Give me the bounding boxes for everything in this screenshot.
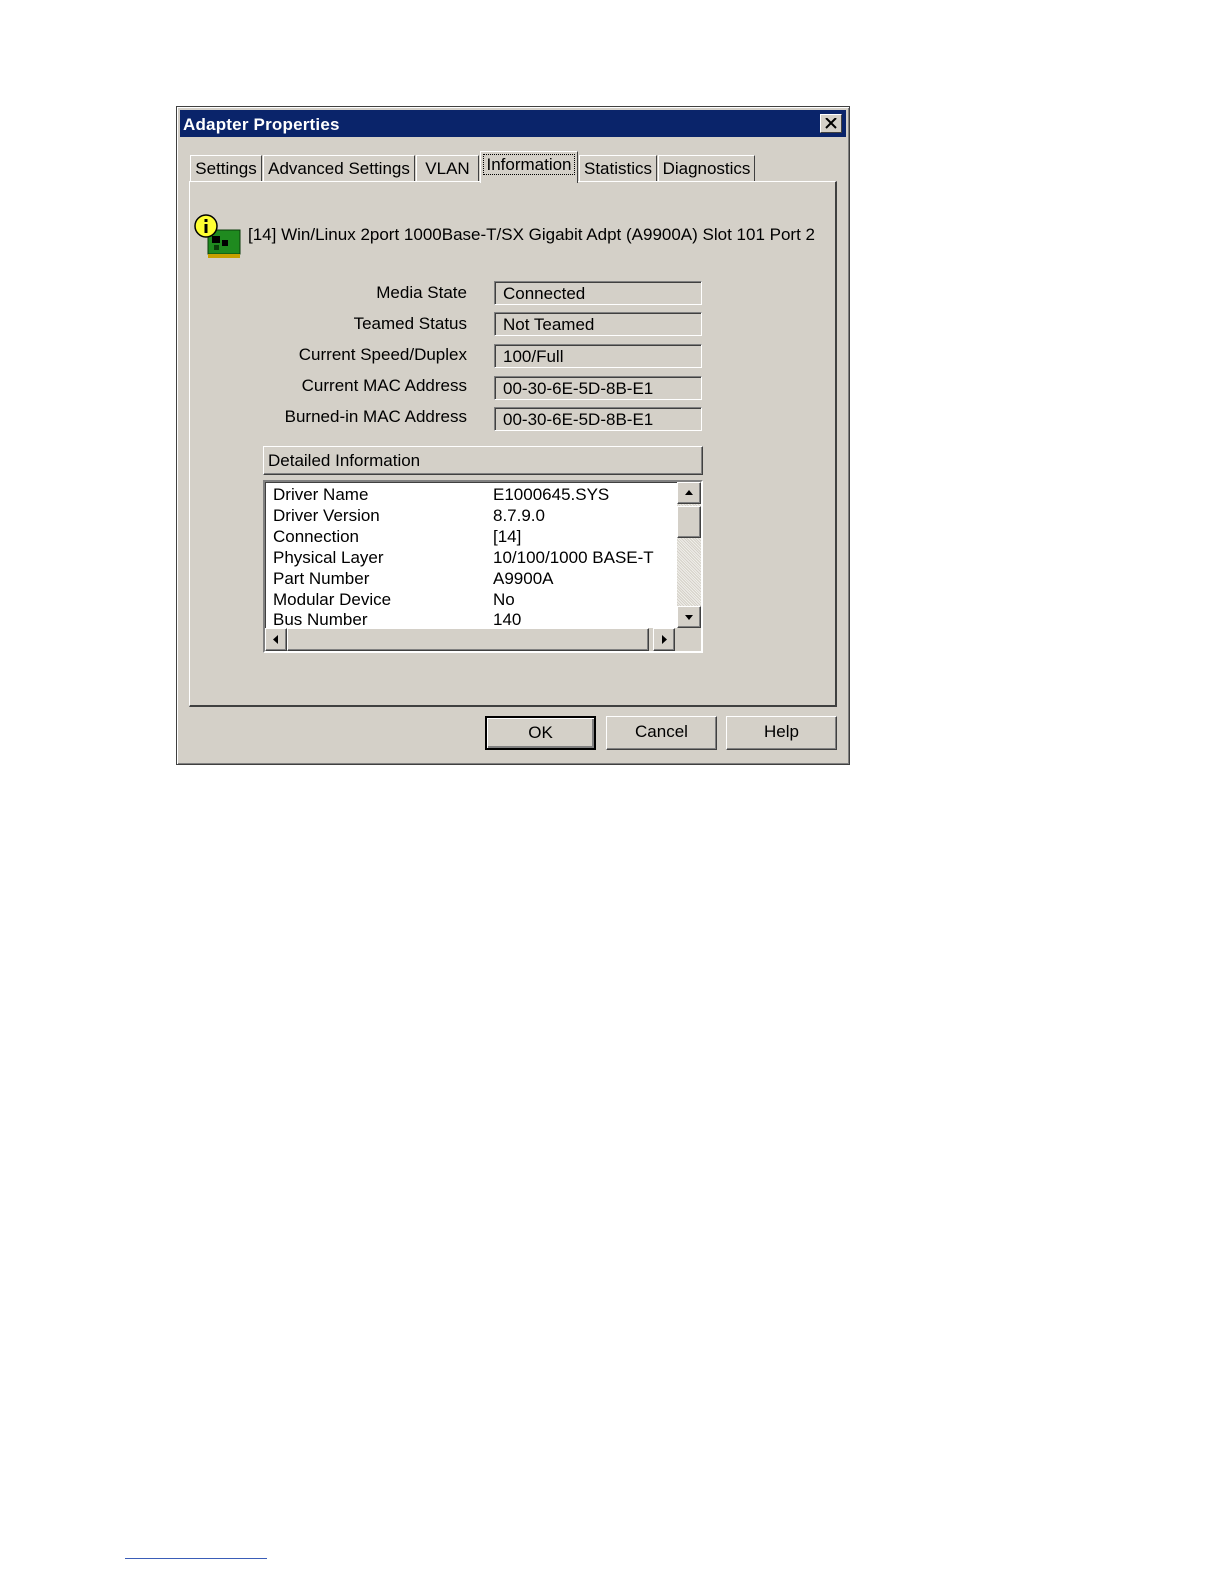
tab-statistics[interactable]: Statistics	[579, 155, 657, 182]
tab-information[interactable]: Information	[480, 151, 578, 183]
help-button[interactable]: Help	[726, 716, 837, 750]
title-bar[interactable]: Adapter Properties	[180, 110, 846, 137]
information-panel	[189, 181, 837, 707]
tab-label: VLAN	[425, 159, 470, 178]
tab-label: Information	[483, 154, 575, 175]
close-button[interactable]	[820, 114, 842, 133]
ok-button[interactable]: OK	[485, 716, 596, 750]
tab-advanced-settings[interactable]: Advanced Settings	[263, 155, 415, 182]
adapter-properties-dialog: Adapter Properties Settings Advanced Set…	[176, 106, 850, 765]
tab-label: Settings	[195, 159, 257, 178]
window-title: Adapter Properties	[183, 115, 340, 134]
cancel-button[interactable]: Cancel	[606, 716, 717, 750]
tab-vlan[interactable]: VLAN	[416, 155, 479, 182]
tab-label: Advanced Settings	[268, 159, 410, 178]
footnote-divider	[125, 1558, 267, 1559]
tab-label: Statistics	[583, 159, 653, 178]
tab-settings[interactable]: Settings	[190, 155, 262, 182]
tab-diagnostics[interactable]: Diagnostics	[658, 155, 755, 182]
close-icon	[825, 118, 837, 129]
tab-label: Diagnostics	[662, 159, 751, 178]
